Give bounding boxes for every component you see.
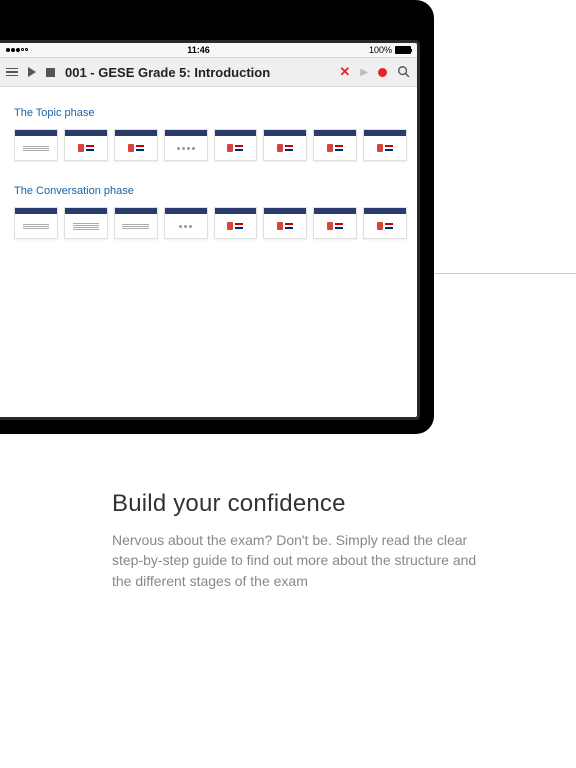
slide-thumbnail[interactable] bbox=[64, 207, 108, 239]
slide-thumbnail[interactable] bbox=[263, 207, 307, 239]
thumb-row-topic bbox=[14, 129, 407, 161]
record-button[interactable] bbox=[378, 68, 387, 77]
slide-thumbnail[interactable] bbox=[14, 207, 58, 239]
slide-thumbnail[interactable] bbox=[313, 129, 357, 161]
content-area: The Topic phase The Conversation phase bbox=[0, 87, 417, 417]
tablet-screen: 11:46 100% 001 - GESE Grade 5: Introduct… bbox=[0, 43, 417, 417]
section-title-topic: The Topic phase bbox=[14, 107, 407, 119]
document-title: 001 - GESE Grade 5: Introduction bbox=[65, 65, 329, 80]
thumb-row-conversation bbox=[14, 207, 407, 239]
status-time: 11:46 bbox=[187, 45, 210, 55]
slide-thumbnail[interactable] bbox=[214, 207, 258, 239]
battery-icon bbox=[395, 46, 411, 54]
slide-thumbnail[interactable] bbox=[313, 207, 357, 239]
tablet-bezel: 11:46 100% 001 - GESE Grade 5: Introduct… bbox=[0, 40, 420, 420]
slide-thumbnail[interactable] bbox=[363, 129, 407, 161]
slide-thumbnail[interactable] bbox=[114, 207, 158, 239]
divider-line bbox=[434, 273, 576, 274]
status-bar: 11:46 100% bbox=[0, 43, 417, 57]
battery-label: 100% bbox=[369, 45, 392, 55]
play-small-icon[interactable]: ▶ bbox=[360, 67, 368, 78]
marketing-block: Build your confidence Nervous about the … bbox=[112, 490, 492, 591]
search-icon[interactable] bbox=[397, 65, 411, 79]
status-battery: 100% bbox=[369, 45, 411, 55]
toolbar: 001 - GESE Grade 5: Introduction ✕ ▶ bbox=[0, 57, 417, 87]
menu-icon[interactable] bbox=[6, 68, 18, 77]
slide-thumbnail[interactable] bbox=[164, 207, 208, 239]
marketing-heading: Build your confidence bbox=[112, 490, 492, 518]
tablet-frame: 11:46 100% 001 - GESE Grade 5: Introduct… bbox=[0, 0, 434, 434]
slide-thumbnail[interactable] bbox=[14, 129, 58, 161]
section-title-conversation: The Conversation phase bbox=[14, 185, 407, 197]
slide-thumbnail[interactable] bbox=[64, 129, 108, 161]
stop-button[interactable] bbox=[46, 68, 55, 77]
marketing-body: Nervous about the exam? Don't be. Simply… bbox=[112, 530, 492, 591]
play-button[interactable] bbox=[28, 67, 36, 77]
close-icon[interactable]: ✕ bbox=[339, 64, 350, 80]
slide-thumbnail[interactable] bbox=[164, 129, 208, 161]
slide-thumbnail[interactable] bbox=[263, 129, 307, 161]
slide-thumbnail[interactable] bbox=[214, 129, 258, 161]
signal-dots-icon bbox=[6, 48, 28, 52]
slide-thumbnail[interactable] bbox=[363, 207, 407, 239]
slide-thumbnail[interactable] bbox=[114, 129, 158, 161]
status-signal bbox=[6, 48, 28, 52]
